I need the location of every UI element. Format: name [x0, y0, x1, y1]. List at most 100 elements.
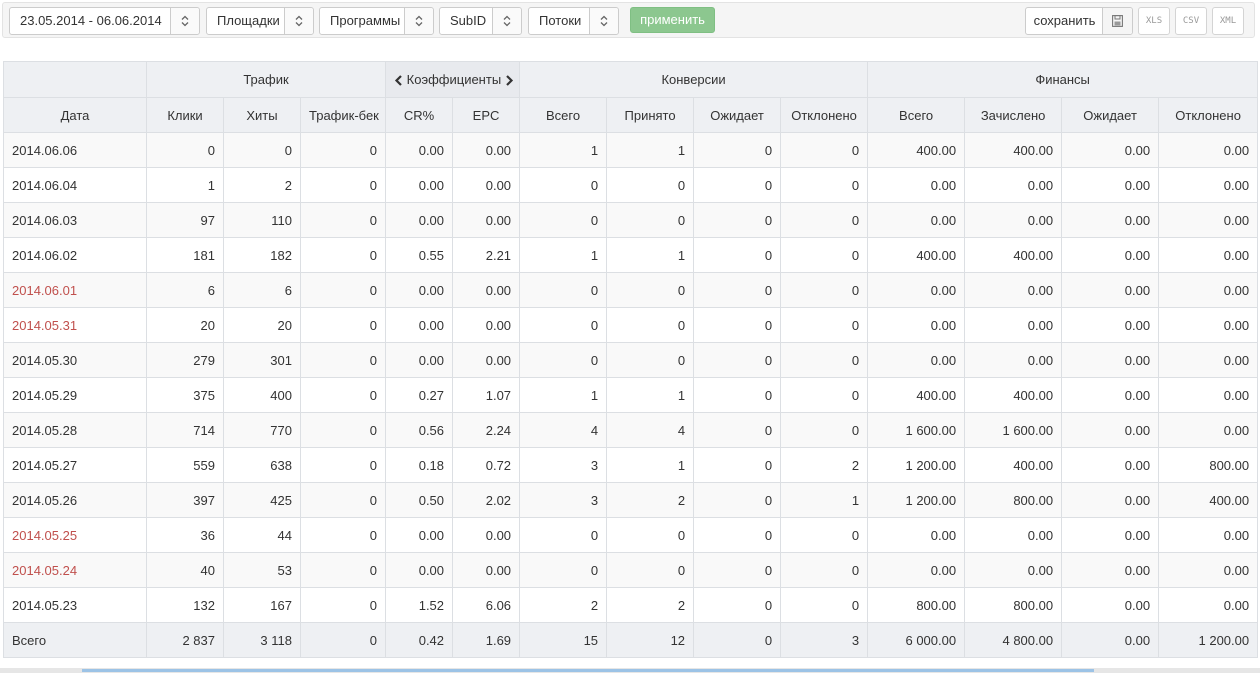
row-date-link[interactable]: 2014.06.06 [3, 132, 147, 168]
row-cell-conv-total: 2 [519, 587, 608, 623]
row-cell-hits: 425 [223, 482, 301, 518]
col-header-fin-credited[interactable]: Зачислено [964, 97, 1063, 133]
row-cell-epc: 0.00 [452, 167, 521, 203]
row-cell-fin-credited: 0.00 [964, 167, 1063, 203]
row-cell-hits: 182 [223, 237, 301, 273]
streams-select[interactable]: Потоки [528, 7, 619, 35]
row-date-link[interactable]: 2014.06.02 [3, 237, 147, 273]
row-cell-conv-accepted: 1 [606, 237, 695, 273]
horizontal-scrollbar[interactable] [0, 668, 1260, 673]
row-date-link[interactable]: 2014.05.23 [3, 587, 147, 623]
row-cell-fin-credited: 800.00 [964, 482, 1063, 518]
total-cell: 3 118 [223, 622, 301, 658]
row-cell-fin-pending: 0.00 [1061, 412, 1160, 448]
total-cell: 12 [606, 622, 695, 658]
row-cell-fin-pending: 0.00 [1061, 272, 1160, 308]
row-date-link[interactable]: 2014.05.29 [3, 377, 147, 413]
row-date-link[interactable]: 2014.05.25 [3, 517, 147, 553]
export-csv-button[interactable]: CSV [1175, 7, 1207, 35]
row-cell-conv-accepted: 0 [606, 167, 695, 203]
row-cell-fin-credited: 400.00 [964, 447, 1063, 483]
row-cell-hits: 167 [223, 587, 301, 623]
row-cell-hits: 53 [223, 552, 301, 588]
row-cell-conv-total: 0 [519, 272, 608, 308]
row-date-link[interactable]: 2014.05.28 [3, 412, 147, 448]
table-row: 2014.06.02 181 182 0 0.55 2.21 1 1 0 0 400.00 400.0… [3, 237, 1259, 273]
col-header-date[interactable]: Дата [3, 97, 147, 133]
row-cell-conv-rejected: 0 [780, 272, 869, 308]
row-date-link[interactable]: 2014.06.03 [3, 202, 147, 238]
row-date-link[interactable]: 2014.05.24 [3, 552, 147, 588]
row-date-link[interactable]: 2014.05.26 [3, 482, 147, 518]
row-cell-fin-total: 400.00 [867, 237, 966, 273]
col-header-fin-total[interactable]: Всего [867, 97, 966, 133]
chevron-left-icon[interactable] [394, 75, 403, 86]
sort-arrows-icon [284, 8, 313, 34]
col-header-conv-accepted[interactable]: Принято [606, 97, 695, 133]
row-cell-conv-accepted: 2 [606, 482, 695, 518]
col-header-conv-rejected[interactable]: Отклонено [780, 97, 869, 133]
scrollbar-thumb[interactable] [82, 669, 1094, 672]
platforms-select[interactable]: Площадки [206, 7, 314, 35]
row-cell-fin-total: 400.00 [867, 132, 966, 168]
col-header-trafback[interactable]: Трафик-бек [299, 97, 387, 133]
row-cell-epc: 0.00 [452, 132, 521, 168]
sort-arrows-icon [404, 8, 433, 34]
row-cell-fin-total: 1 200.00 [867, 447, 966, 483]
total-cell: 15 [519, 622, 608, 658]
col-header-cr[interactable]: CR% [385, 97, 454, 133]
statistics-table: Трафик Коэффициенты Конверсии Финансы Да… [3, 61, 1259, 658]
row-cell-fin-rejected: 0.00 [1158, 167, 1259, 203]
row-cell-epc: 0.00 [452, 517, 521, 553]
col-header-conv-total[interactable]: Всего [519, 97, 608, 133]
row-cell-conv-total: 3 [519, 447, 608, 483]
row-date-link[interactable]: 2014.05.30 [3, 342, 147, 378]
row-cell-cr: 0.55 [385, 237, 454, 273]
col-header-conv-pending[interactable]: Ожидает [693, 97, 782, 133]
save-button[interactable]: сохранить [1025, 7, 1133, 35]
export-xml-button[interactable]: XML [1212, 7, 1244, 35]
row-cell-clicks: 6 [146, 272, 224, 308]
row-cell-trafback: 0 [299, 167, 387, 203]
row-cell-hits: 0 [223, 132, 301, 168]
table-row: 2014.05.25 36 44 0 0.00 0.00 0 0 0 0 0.00 0.00 0.00 0… [3, 517, 1259, 553]
row-cell-fin-rejected: 800.00 [1158, 447, 1259, 483]
table-row: 2014.06.04 1 2 0 0.00 0.00 0 0 0 0 0.00 0.00 0.00 0.0… [3, 167, 1259, 203]
col-header-fin-pending[interactable]: Ожидает [1061, 97, 1160, 133]
row-cell-fin-credited: 800.00 [964, 587, 1063, 623]
row-cell-epc: 0.00 [452, 342, 521, 378]
row-date-link[interactable]: 2014.06.01 [3, 272, 147, 308]
row-cell-clicks: 279 [146, 342, 224, 378]
row-cell-fin-rejected: 0.00 [1158, 202, 1259, 238]
export-xls-button[interactable]: XLS [1138, 7, 1170, 35]
row-date-link[interactable]: 2014.05.27 [3, 447, 147, 483]
row-cell-conv-pending: 0 [693, 237, 782, 273]
row-date-link[interactable]: 2014.06.04 [3, 167, 147, 203]
total-cell: 3 [780, 622, 869, 658]
row-cell-conv-accepted: 0 [606, 307, 695, 343]
row-cell-conv-total: 0 [519, 202, 608, 238]
col-header-clicks[interactable]: Клики [146, 97, 224, 133]
row-cell-conv-rejected: 0 [780, 517, 869, 553]
group-header-coefficients[interactable]: Коэффициенты [385, 61, 521, 98]
subid-select[interactable]: SubID [439, 7, 522, 35]
row-cell-conv-total: 3 [519, 482, 608, 518]
row-cell-fin-credited: 0.00 [964, 342, 1063, 378]
group-header-empty [3, 61, 147, 98]
row-cell-conv-pending: 0 [693, 272, 782, 308]
col-header-hits[interactable]: Хиты [223, 97, 301, 133]
programs-select[interactable]: Программы [319, 7, 434, 35]
date-range-select[interactable]: 23.05.2014 - 06.06.2014 [9, 7, 200, 35]
col-header-epc[interactable]: EPC [452, 97, 521, 133]
row-cell-hits: 6 [223, 272, 301, 308]
row-cell-conv-pending: 0 [693, 132, 782, 168]
row-cell-fin-pending: 0.00 [1061, 237, 1160, 273]
group-header-traffic: Трафик [145, 61, 387, 98]
floppy-disk-icon[interactable] [1102, 8, 1132, 34]
col-header-fin-rejected[interactable]: Отклонено [1158, 97, 1259, 133]
apply-button[interactable]: применить [630, 7, 715, 33]
row-cell-fin-rejected: 0.00 [1158, 272, 1259, 308]
chevron-right-icon[interactable] [505, 75, 514, 86]
row-date-link[interactable]: 2014.05.31 [3, 307, 147, 343]
row-cell-fin-credited: 400.00 [964, 132, 1063, 168]
